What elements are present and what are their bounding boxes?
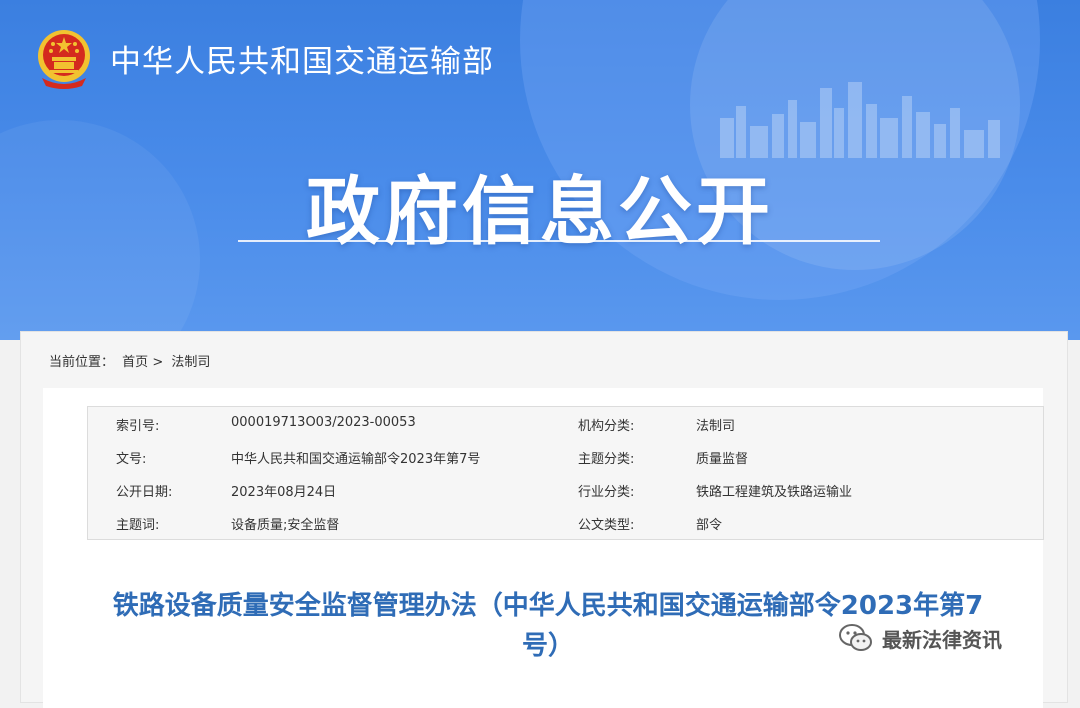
metadata-key: 公文类型:	[578, 518, 635, 533]
metadata-row: 索引号: 000019713O03/2023-00053 机构分类: 法制司	[88, 407, 1043, 440]
metadata-value: 法制司	[696, 419, 736, 434]
document-metadata-table: 索引号: 000019713O03/2023-00053 机构分类: 法制司 文…	[87, 406, 1044, 540]
metadata-value: 设备质量;安全监督	[231, 518, 340, 533]
metadata-key: 索引号:	[116, 419, 160, 434]
metadata-row: 公开日期: 2023年08月24日 行业分类: 铁路工程建筑及铁路运输业	[88, 473, 1043, 506]
banner-title: 政府信息公开	[306, 169, 774, 255]
metadata-row: 文号: 中华人民共和国交通运输部令2023年第7号 主题分类: 质量监督	[88, 440, 1043, 473]
breadcrumb: 当前位置： 首页 > 法制司	[49, 351, 210, 370]
city-skyline-graphic	[720, 82, 1000, 158]
metadata-value: 中华人民共和国交通运输部令2023年第7号	[231, 452, 481, 467]
metadata-row: 主题词: 设备质量;安全监督 公文类型: 部令	[88, 506, 1043, 539]
title-divider	[238, 240, 880, 242]
breadcrumb-home-link[interactable]: 首页	[122, 355, 148, 370]
metadata-key: 主题分类:	[578, 452, 635, 467]
metadata-key: 主题词:	[116, 518, 160, 533]
breadcrumb-department-link[interactable]: 法制司	[171, 355, 210, 370]
wechat-icon	[839, 624, 872, 651]
watermark-text: 最新法律资讯	[882, 627, 1002, 652]
metadata-key: 公开日期:	[116, 485, 173, 500]
breadcrumb-separator: >	[152, 355, 164, 370]
wechat-watermark: 最新法律资讯	[838, 620, 1002, 656]
national-emblem-logo	[38, 30, 90, 89]
header-banner: 中华人民共和国交通运输部 政府信息公开	[0, 0, 1080, 340]
metadata-value: 2023年08月24日	[231, 485, 337, 500]
metadata-key: 文号:	[116, 452, 147, 467]
metadata-value: 000019713O03/2023-00053	[231, 415, 416, 430]
metadata-key: 行业分类:	[578, 485, 635, 500]
breadcrumb-label: 当前位置：	[49, 355, 115, 370]
ministry-name: 中华人民共和国交通运输部	[110, 44, 494, 80]
document-panel: 索引号: 000019713O03/2023-00053 机构分类: 法制司 文…	[43, 388, 1044, 708]
metadata-key: 机构分类:	[578, 419, 635, 434]
metadata-value: 质量监督	[696, 452, 749, 467]
metadata-value: 部令	[696, 518, 723, 533]
metadata-value: 铁路工程建筑及铁路运输业	[696, 485, 853, 500]
